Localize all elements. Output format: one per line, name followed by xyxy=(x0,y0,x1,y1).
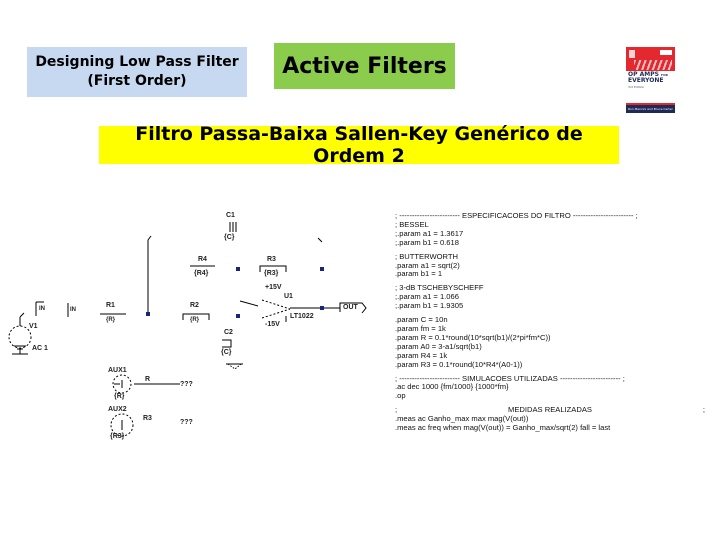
r2-label: R2 xyxy=(190,302,199,309)
aux2-label: AUX2 xyxy=(108,406,127,413)
spice-directives: ; ------------------------ ESPECIFICACOE… xyxy=(395,211,705,433)
r1-value: {R} xyxy=(106,317,116,323)
spice-line: .param b1 = 1 xyxy=(395,269,443,279)
active-filters-title: Active Filters xyxy=(282,53,447,79)
book-cover-image: OP AMPS FOR EVERYONE 3rd Edition Ron Man… xyxy=(626,47,675,113)
design-low-pass-title-box: Designing Low Pass Filter (First Order) xyxy=(27,47,247,97)
c1-value: {C} xyxy=(224,234,235,241)
sallen-key-title: Filtro Passa-Baixa Sallen-Key Genérico d… xyxy=(135,123,583,167)
design-title-line1: Designing Low Pass Filter xyxy=(35,54,239,70)
r2-value: {R} xyxy=(190,317,200,323)
spice-line: .meas ac freq when mag(V(out)) = Ganho_m… xyxy=(395,423,611,433)
r4-label: R4 xyxy=(198,256,207,263)
aux2-value: {R3} xyxy=(110,433,125,440)
ground-c2-icon xyxy=(227,363,242,370)
r3-value: {R3} xyxy=(264,270,279,277)
design-title-line2: (First Order) xyxy=(87,73,187,89)
out-label[interactable]: OUT xyxy=(343,304,358,311)
node-dot xyxy=(320,306,324,310)
sim-header-title: SIMULACOES UTILIZADAS xyxy=(462,373,558,383)
r4-value: {R4} xyxy=(194,270,209,277)
spice-line: .param R3 = 0.1*round(10*R4*(A0-1)) xyxy=(395,359,523,369)
c2-label: C2 xyxy=(224,329,233,336)
wire-stub xyxy=(147,235,152,241)
aux2-net-label: R3 xyxy=(143,415,152,422)
wire-stub-right xyxy=(317,237,323,243)
aux1-unknown-label: ??? xyxy=(180,381,193,388)
opamp-body-top xyxy=(261,299,291,310)
sim-header-right: ------------------------ ; xyxy=(557,373,625,383)
book-title-line2: EVERYONE xyxy=(628,77,664,84)
opamp-input-plus xyxy=(239,300,259,307)
specs-header-left: ; ------------------------ xyxy=(395,211,463,220)
spice-line: .op xyxy=(395,391,406,401)
opamp-model-label: LT1022 xyxy=(290,313,314,320)
u1-label: U1 xyxy=(284,293,293,300)
in-net-label: IN xyxy=(70,307,76,313)
c1-label: C1 xyxy=(226,212,235,219)
cover-art xyxy=(634,60,672,70)
specs-header-title: ESPECIFICACOES DO FILTRO xyxy=(462,211,571,220)
book-edition: 3rd Edition xyxy=(628,85,645,89)
node-dot xyxy=(146,312,150,316)
c2-value: {C} xyxy=(221,349,232,356)
v1-label: V1 xyxy=(29,323,38,330)
node-dot xyxy=(320,267,324,271)
specs-header-right: ------------------------ ; xyxy=(570,211,638,220)
edition-badge xyxy=(660,50,672,55)
aux1-net-label: R xyxy=(145,376,151,383)
v1-wire-stub xyxy=(19,312,25,318)
r3-label: R3 xyxy=(267,256,276,263)
book-authors: Ron Mancini and Bruce Carter xyxy=(626,105,675,113)
spice-line: ;.param b1 = 1.9305 xyxy=(395,301,464,311)
in-port-label[interactable]: IN xyxy=(39,306,45,312)
specs-header: ; ------------------------ ESPECIFICACOE… xyxy=(395,211,705,221)
meas-header-right: ; xyxy=(702,405,705,415)
spice-line: ;.param b1 = 0.618 xyxy=(395,237,459,247)
active-filters-box: Active Filters xyxy=(274,43,455,89)
aux1-value: {R} xyxy=(114,393,125,400)
spice-line: .ac dec 1000 {fm/1000} {1000*fm} xyxy=(395,382,509,392)
sallen-key-title-box: Filtro Passa-Baixa Sallen-Key Genérico d… xyxy=(99,123,619,167)
sallen-key-schematic: C1 {C} R4 {R4} R3 {R3} +15V U1 LT1022 -1… xyxy=(0,200,370,460)
neg-supply-label: -15V xyxy=(265,321,280,328)
v1-source-icon xyxy=(8,325,32,349)
aux1-label: AUX1 xyxy=(108,367,127,374)
pos-supply-label: +15V xyxy=(265,284,282,291)
r1-label: R1 xyxy=(106,302,115,309)
publisher-logo-icon xyxy=(629,50,635,58)
node-dot xyxy=(236,267,240,271)
node-dot xyxy=(236,314,240,318)
ac-label: AC 1 xyxy=(32,345,48,352)
c2-capacitor xyxy=(222,339,232,348)
aux2-unknown-label: ??? xyxy=(180,419,193,426)
sim-header-left: ; ------------------------ xyxy=(395,373,463,383)
